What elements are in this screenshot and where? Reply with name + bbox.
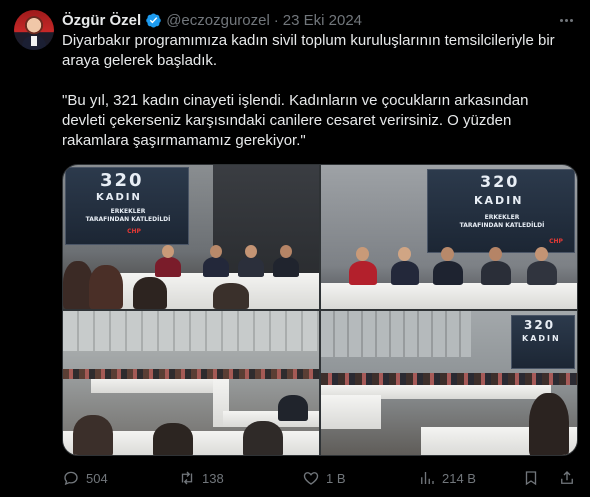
photo-3[interactable] <box>63 311 319 455</box>
views-count: 214 B <box>442 470 476 486</box>
bookmark-button[interactable] <box>522 468 540 488</box>
author-handle[interactable]: @eczozgurozel <box>166 12 270 29</box>
like-count: 1 B <box>326 470 346 486</box>
bookmark-icon <box>525 471 537 486</box>
photo-4[interactable]: 320 KADIN <box>321 311 577 455</box>
avatar[interactable] <box>14 10 54 50</box>
more-icon[interactable] <box>556 10 576 30</box>
retweet-count: 138 <box>202 470 224 486</box>
verified-badge-icon[interactable] <box>145 12 162 29</box>
photo-1[interactable]: 320 KADIN ERKEKLER TARAFINDAN KATLEDİLDİ… <box>63 165 319 309</box>
like-button[interactable]: 1 B <box>302 468 346 488</box>
reply-count: 504 <box>86 470 108 486</box>
tweet-text: Diyarbakır programımıza kadın sivil topl… <box>62 31 574 151</box>
tweet-date[interactable]: 23 Eki 2024 <box>283 12 362 29</box>
screen-sub-1: ERKEKLER <box>110 208 146 215</box>
retweet-icon <box>181 471 193 485</box>
tweet-paragraph-2: "Bu yıl, 321 kadın cinayeti işlendi. Kad… <box>62 92 529 149</box>
photo-2[interactable]: 320 KADIN ERKEKLER TARAFINDAN KATLEDİLDİ… <box>321 165 577 309</box>
author-name[interactable]: Özgür Özel <box>62 12 141 29</box>
share-button[interactable] <box>558 468 576 488</box>
reply-button[interactable]: 504 <box>62 468 108 488</box>
screen-number: 320 <box>100 170 144 191</box>
reply-icon <box>64 471 78 486</box>
screen-logo: CHP <box>127 228 141 235</box>
share-icon <box>561 471 573 484</box>
views-icon <box>421 472 434 484</box>
retweet-button[interactable]: 138 <box>178 468 224 488</box>
separator-dot: · <box>273 11 279 29</box>
tweet[interactable]: Özgür Özel @eczozgurozel · 23 Eki 2024 D… <box>0 0 590 497</box>
views-button[interactable]: 214 B <box>418 468 476 488</box>
like-icon <box>303 472 319 485</box>
media-grid[interactable]: 320 KADIN ERKEKLER TARAFINDAN KATLEDİLDİ… <box>62 164 578 456</box>
screen-title: KADIN <box>96 192 142 203</box>
action-bar: 504 138 1 B 214 B <box>62 468 578 488</box>
tweet-header: Özgür Özel @eczozgurozel · 23 Eki 2024 <box>62 10 362 30</box>
screen-sub-2: TARAFINDAN KATLEDİLDİ <box>85 216 171 223</box>
tweet-paragraph-1: Diyarbakır programımıza kadın sivil topl… <box>62 32 555 69</box>
